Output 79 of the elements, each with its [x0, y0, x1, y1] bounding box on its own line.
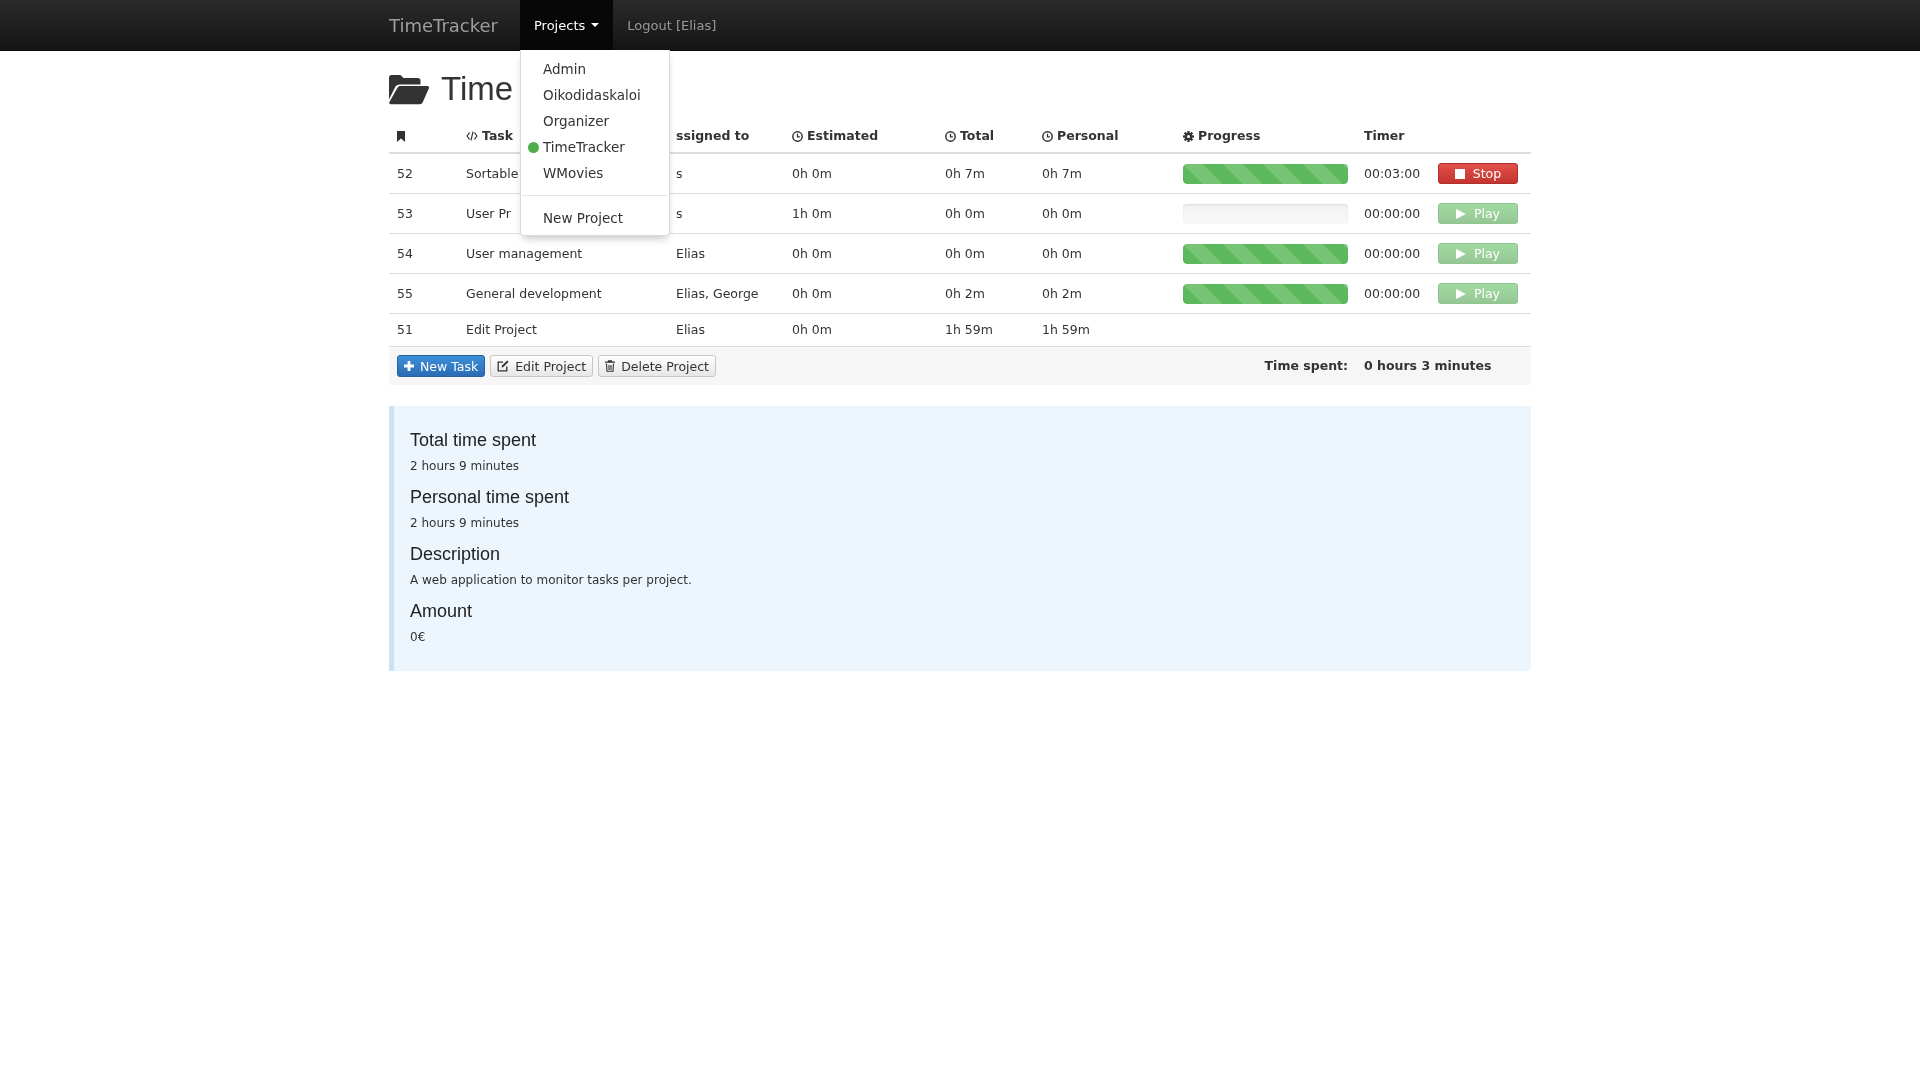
table-cell: Elias, George — [668, 273, 784, 314]
detail-heading: Personal time spent — [410, 486, 571, 509]
detail-value: 2 hours 9 minutes — [410, 458, 521, 475]
detail-value: 2 hours 9 minutes — [410, 515, 521, 532]
time-spent-value: 0 hours 3 minutes — [1356, 346, 1531, 385]
play-icon — [1455, 288, 1466, 299]
menu-item[interactable]: TimeTracker — [521, 134, 669, 160]
timer-cell: 00:00:00 — [1356, 273, 1430, 314]
table-cell: 0h 0m — [937, 233, 1034, 274]
caret-icon — [591, 23, 600, 27]
column-header: Estimated — [807, 127, 879, 145]
play-icon — [1455, 208, 1466, 219]
detail-heading: Description — [410, 543, 502, 566]
stop-icon — [1454, 168, 1465, 179]
column-header: Timer — [1364, 127, 1405, 145]
timer-cell: 00:00:00 — [1356, 233, 1430, 274]
table-cell: User management — [458, 233, 668, 274]
table-cell: 0h 7m — [1034, 153, 1175, 194]
clock-icon — [945, 130, 956, 142]
folder-icon — [389, 73, 429, 105]
menu-item[interactable]: Organizer — [521, 108, 669, 134]
brand-link[interactable]: TimeTracker — [389, 0, 520, 50]
table-cell: 1h 59m — [937, 313, 1034, 347]
table-cell: 0h 0m — [1034, 233, 1175, 274]
detail-heading: Total time spent — [410, 429, 538, 452]
logout-link[interactable]: Logout [Elias] — [613, 0, 731, 50]
menu-item[interactable]: Admin — [521, 56, 669, 82]
trash-icon — [605, 360, 616, 372]
edit-project-button[interactable]: Edit Project — [490, 355, 594, 377]
code-icon — [466, 131, 478, 141]
table-cell: 51 — [389, 313, 458, 347]
table-cell: Elias — [668, 233, 784, 274]
column-header: Task — [482, 127, 514, 145]
gear-icon — [1183, 130, 1194, 142]
table-cell: 53 — [389, 193, 458, 234]
table-cell: 1h 0m — [784, 193, 937, 234]
plus-icon — [404, 361, 414, 371]
table-cell: 0h 0m — [1034, 193, 1175, 234]
dot-icon — [528, 141, 539, 153]
table-cell: s — [668, 153, 784, 194]
stop-button[interactable]: Stop — [1438, 163, 1518, 184]
table-cell: 1h 59m — [1034, 313, 1175, 347]
table-cell: 0h 0m — [784, 153, 937, 194]
table-cell: General development — [458, 273, 668, 314]
detail-value: A web application to monitor tasks per project. — [410, 572, 693, 589]
delete-project-button[interactable]: Delete Project — [598, 355, 716, 377]
detail-heading: Amount — [410, 600, 474, 623]
projects-dropdown-toggle[interactable]: Projects — [520, 0, 614, 50]
page-title: Time — [441, 69, 514, 109]
table-cell: 0h 2m — [937, 273, 1034, 314]
column-header: ssigned to — [676, 127, 750, 145]
detail-value: 0€ — [410, 629, 427, 646]
timer-cell: 00:00:00 — [1356, 193, 1430, 234]
menu-item[interactable]: Oikodidaskaloi — [521, 82, 669, 108]
column-header: Personal — [1057, 127, 1119, 145]
table-cell: Elias — [668, 313, 784, 347]
table-cell: Edit Project — [458, 313, 668, 347]
table-cell: 0h 2m — [1034, 273, 1175, 314]
table-cell: 52 — [389, 153, 458, 194]
clock-icon — [792, 130, 803, 142]
time-spent-label: Time spent: — [1175, 346, 1356, 385]
column-header: Total — [960, 127, 995, 145]
clock-icon — [1042, 130, 1053, 142]
bookmark-icon — [397, 130, 405, 142]
table-cell: 54 — [389, 233, 458, 274]
table-cell: 0h 0m — [784, 273, 937, 314]
pencil-icon — [497, 360, 510, 372]
table-cell: s — [668, 193, 784, 234]
play-icon — [1455, 248, 1466, 259]
column-header: Progress — [1198, 127, 1261, 145]
table-cell: 0h 7m — [937, 153, 1034, 194]
menu-item[interactable]: New Project — [521, 205, 669, 231]
menu-item[interactable]: WMovies — [521, 160, 669, 186]
table-cell: 0h 0m — [784, 313, 937, 347]
table-cell: 0h 0m — [937, 193, 1034, 234]
timer-cell: 00:03:00 — [1356, 153, 1430, 194]
new-task-button[interactable]: New Task — [397, 355, 486, 377]
table-cell: 0h 0m — [784, 233, 937, 274]
table-cell: 55 — [389, 273, 458, 314]
